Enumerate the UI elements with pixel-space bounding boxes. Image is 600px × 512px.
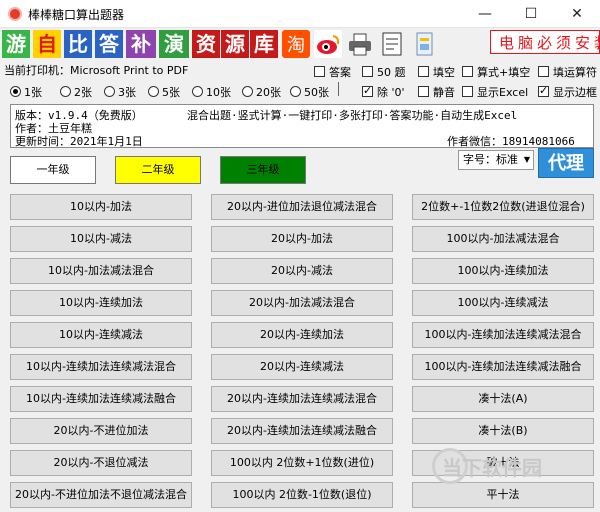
weibo-icon[interactable] [314,30,342,58]
answers-checkbox[interactable]: 答案 [314,64,351,80]
exercise-button[interactable]: 10以内-连续加法连续减法融合 [10,386,192,412]
exercise-button[interactable]: 100以内 2位数+1位数(进位) [211,450,393,476]
exercise-button[interactable]: 20以内-减法 [211,258,393,284]
tile-da[interactable]: 答 [95,30,123,58]
radio[interactable] [60,86,71,97]
show-border-checkbox[interactable]: 显示边框 [538,84,597,100]
document-icon[interactable] [410,30,438,58]
exercise-button[interactable]: 20以内-不进位加法不退位减法混合 [10,482,192,508]
sheets-radio-50[interactable]: 50张 [290,84,329,100]
exercise-button[interactable]: 10以内-连续加法连续减法混合 [10,354,192,380]
checkbox-checked[interactable] [362,84,373,97]
exercise-button[interactable]: 10以内-连续加法 [10,290,192,316]
checkbox[interactable] [538,66,549,77]
radio[interactable] [192,86,203,97]
exercise-button[interactable]: 凑十法(B) [412,418,594,444]
exercise-button[interactable]: 平十法 [412,482,594,508]
sheets-radio-10[interactable]: 10张 [192,84,231,100]
print-preview-icon[interactable] [378,30,406,58]
close-button[interactable]: ✕ [554,0,600,28]
exercise-button[interactable]: 10以内-连续减法 [10,322,192,348]
checkbox[interactable] [314,66,325,77]
sheets-radio-1[interactable]: 1张 [10,84,42,100]
sheets-radio-3[interactable]: 3张 [104,84,136,100]
features-text: 混合出题·竖式计算·一键打印·多张打印·答案功能·自动生成Excel [187,109,518,122]
divider [338,82,339,96]
fill-blank-checkbox[interactable]: 填空 [418,64,455,80]
grade-2-button[interactable]: 二年级 [115,156,201,184]
title-bar: 棒棒糖口算出题器 — ☐ ✕ [0,0,600,28]
checkbox-checked[interactable] [538,84,549,97]
show-excel-checkbox[interactable]: 显示Excel [462,84,528,100]
exercise-button[interactable]: 20以内-加法减法混合 [211,290,393,316]
sheets-radio-20[interactable]: 20张 [242,84,281,100]
promo-banner[interactable]: 电脑必须安装 [490,30,600,54]
agent-button[interactable]: 代理 [538,148,594,178]
grade-1-button[interactable]: 一年级 [10,156,96,184]
svg-text:淘: 淘 [287,35,305,56]
divide-zero-checkbox[interactable]: 除 '0' [362,84,405,100]
exercise-button[interactable]: 100以内-连续减法 [412,290,594,316]
tile-yan[interactable]: 演 [159,30,189,58]
exercise-button[interactable]: 10以内-加法减法混合 [10,258,192,284]
exercise-button[interactable]: 凑十法(A) [412,386,594,412]
wechat-text: 作者微信：18914081066 [447,135,575,148]
sheets-radio-5[interactable]: 5张 [148,84,180,100]
radio[interactable] [290,86,301,97]
exercise-button[interactable]: 20以内-不退位减法 [10,450,192,476]
tile-you[interactable]: 游 [2,30,30,58]
tile-ku[interactable]: 库 [250,30,278,58]
exercise-button[interactable]: 100以内-加法减法混合 [412,226,594,252]
tile-zi-resource[interactable]: 资 [192,30,220,58]
radio[interactable] [242,86,253,97]
checkbox[interactable] [362,66,373,77]
radio[interactable] [104,86,115,97]
sheets-radio-2[interactable]: 2张 [60,84,92,100]
radio-selected[interactable] [10,86,21,97]
maximize-button[interactable]: ☐ [508,0,554,28]
exercise-button[interactable]: 20以内-连续减法 [211,354,393,380]
updated-text: 更新时间：2021年1月1日 [15,135,143,148]
minimize-button[interactable]: — [462,0,508,28]
watermark-text: 当下软件园 [442,456,542,480]
window-title: 棒棒糖口算出题器 [28,8,125,22]
exercise-button[interactable]: 20以内-连续加法连续减法混合 [211,386,393,412]
exercise-button[interactable]: 10以内-加法 [10,194,192,220]
tile-yuan[interactable]: 源 [221,30,249,58]
checkbox[interactable] [418,66,429,77]
app-icon [8,7,22,21]
exercise-button[interactable]: 20以内-连续加法 [211,322,393,348]
info-panel: 版本：v1.9.4（免费版） 混合出题·竖式计算·一键打印·多张打印·答案功能·… [10,104,594,148]
fill-operator-checkbox[interactable]: 填运算符 [538,64,597,80]
exercise-button[interactable]: 100以内 2位数-1位数(退位) [211,482,393,508]
radio[interactable] [148,86,159,97]
exercise-button[interactable]: 100以内-连续加法连续减法融合 [412,354,594,380]
printer-icon[interactable] [346,30,374,58]
taobao-icon[interactable]: 淘 [282,30,310,58]
checkbox[interactable] [418,86,429,97]
mute-checkbox[interactable]: 静音 [418,84,455,100]
current-printer: 当前打印机：Microsoft Print to PDF [4,64,189,77]
exercise-button[interactable]: 100以内-连续加法 [412,258,594,284]
exercise-button[interactable]: 20以内-连续加法连续减法融合 [211,418,393,444]
checkbox[interactable] [462,66,473,77]
fifty-questions-checkbox[interactable]: 50 题 [362,64,406,80]
exercise-button[interactable]: 20以内-不进位加法 [10,418,192,444]
font-size-select[interactable]: 字号：标准 ▼ [458,150,534,170]
formula-fill-checkbox[interactable]: 算式+填空 [462,64,530,80]
exercise-button[interactable]: 2位数+-1位数2位数(进退位混合) [412,194,594,220]
tile-bu[interactable]: 补 [126,30,156,58]
tile-bi[interactable]: 比 [64,30,92,58]
exercise-button[interactable]: 10以内-减法 [10,226,192,252]
chevron-down-icon: ▼ [523,155,530,164]
exercise-button[interactable]: 20以内-进位加法退位减法混合 [211,194,393,220]
exercise-button[interactable]: 100以内-连续加法连续减法混合 [412,322,594,348]
tile-zi[interactable]: 自 [33,30,61,58]
exercise-button[interactable]: 20以内-加法 [211,226,393,252]
checkbox[interactable] [462,86,473,97]
grade-3-button[interactable]: 三年级 [220,156,306,184]
